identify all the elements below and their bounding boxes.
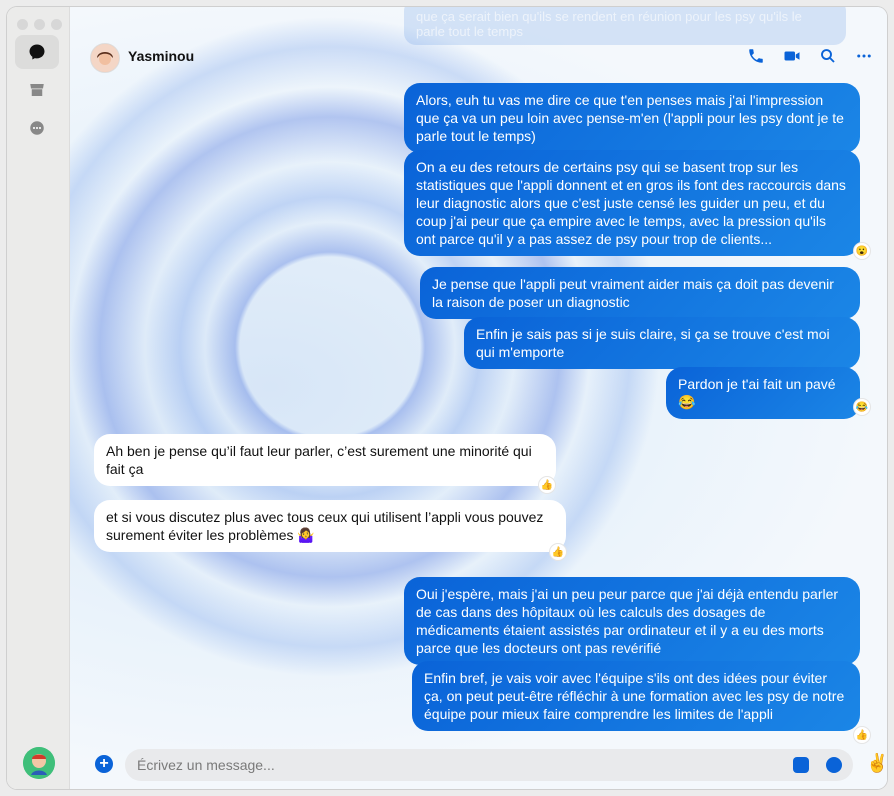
add-attachment-button[interactable]: +	[95, 755, 113, 773]
reaction-badge[interactable]: 😮	[854, 243, 870, 259]
message-bubble-out[interactable]: On a eu des retours de certains psy qui …	[404, 150, 860, 256]
message-bubble-out[interactable]: Je pense que l'appli peut vraiment aider…	[420, 267, 860, 319]
previous-message-fragment: que ça serait bien qu'ils se rendent en …	[404, 7, 846, 45]
composer: + ✌️	[70, 743, 887, 789]
reaction-badge[interactable]: 👍	[854, 727, 870, 743]
reaction-badge[interactable]: 👍	[539, 477, 555, 493]
conversation-pane: que ça serait bien qu'ils se rendent en …	[70, 7, 887, 789]
search-button[interactable]	[817, 45, 839, 67]
zoom-window-button[interactable]	[51, 19, 62, 30]
store-icon	[30, 84, 44, 96]
nav-marketplace[interactable]	[15, 73, 59, 107]
message-bubble-out[interactable]: Alors, euh tu vas me dire ce que t'en pe…	[404, 83, 860, 153]
avatar-icon	[91, 44, 119, 72]
header-actions	[745, 45, 875, 67]
sidebar	[7, 7, 70, 789]
message-bubble-in[interactable]: et si vous discutez plus avec tous ceux …	[94, 500, 566, 552]
window-controls	[17, 19, 62, 30]
more-icon	[857, 54, 871, 58]
chat-bubble-icon	[29, 44, 45, 60]
nav-requests[interactable]	[15, 111, 59, 145]
message-bubble-out[interactable]: Oui j'espère, mais j'ai un peu peur parc…	[404, 577, 860, 665]
more-button[interactable]	[853, 45, 875, 67]
messenger-window: que ça serait bien qu'ils se rendent en …	[7, 7, 887, 789]
call-button[interactable]	[745, 45, 767, 67]
emoji-icon[interactable]	[826, 757, 842, 773]
sticker-icon[interactable]	[793, 757, 809, 773]
minimize-window-button[interactable]	[34, 19, 45, 30]
message-bubble-out[interactable]: Enfin je sais pas si je suis claire, si …	[464, 317, 860, 369]
search-icon	[821, 49, 835, 63]
reaction-badge[interactable]: 😂	[854, 399, 870, 415]
message-bubble-out[interactable]: Enfin bref, je vais voir avec l'équipe s…	[412, 661, 860, 731]
message-bubble-in[interactable]: Ah ben je pense qu’il faut leur parler, …	[94, 434, 556, 486]
message-input[interactable]	[125, 749, 853, 781]
close-window-button[interactable]	[17, 19, 28, 30]
avatar-icon	[23, 747, 55, 779]
video-camera-icon	[784, 51, 800, 61]
contact-avatar[interactable]	[90, 43, 120, 73]
contact-name[interactable]: Yasminou	[128, 48, 194, 64]
message-requests-icon	[30, 121, 44, 135]
reaction-badge[interactable]: 👍	[550, 544, 566, 560]
my-avatar[interactable]	[23, 747, 55, 779]
nav-chats[interactable]	[15, 35, 59, 69]
quick-reaction-button[interactable]: ✌️	[866, 753, 887, 774]
video-call-button[interactable]	[781, 45, 803, 67]
message-bubble-out[interactable]: Pardon je t'ai fait un pavé 😂	[666, 367, 860, 419]
phone-icon	[749, 49, 763, 63]
